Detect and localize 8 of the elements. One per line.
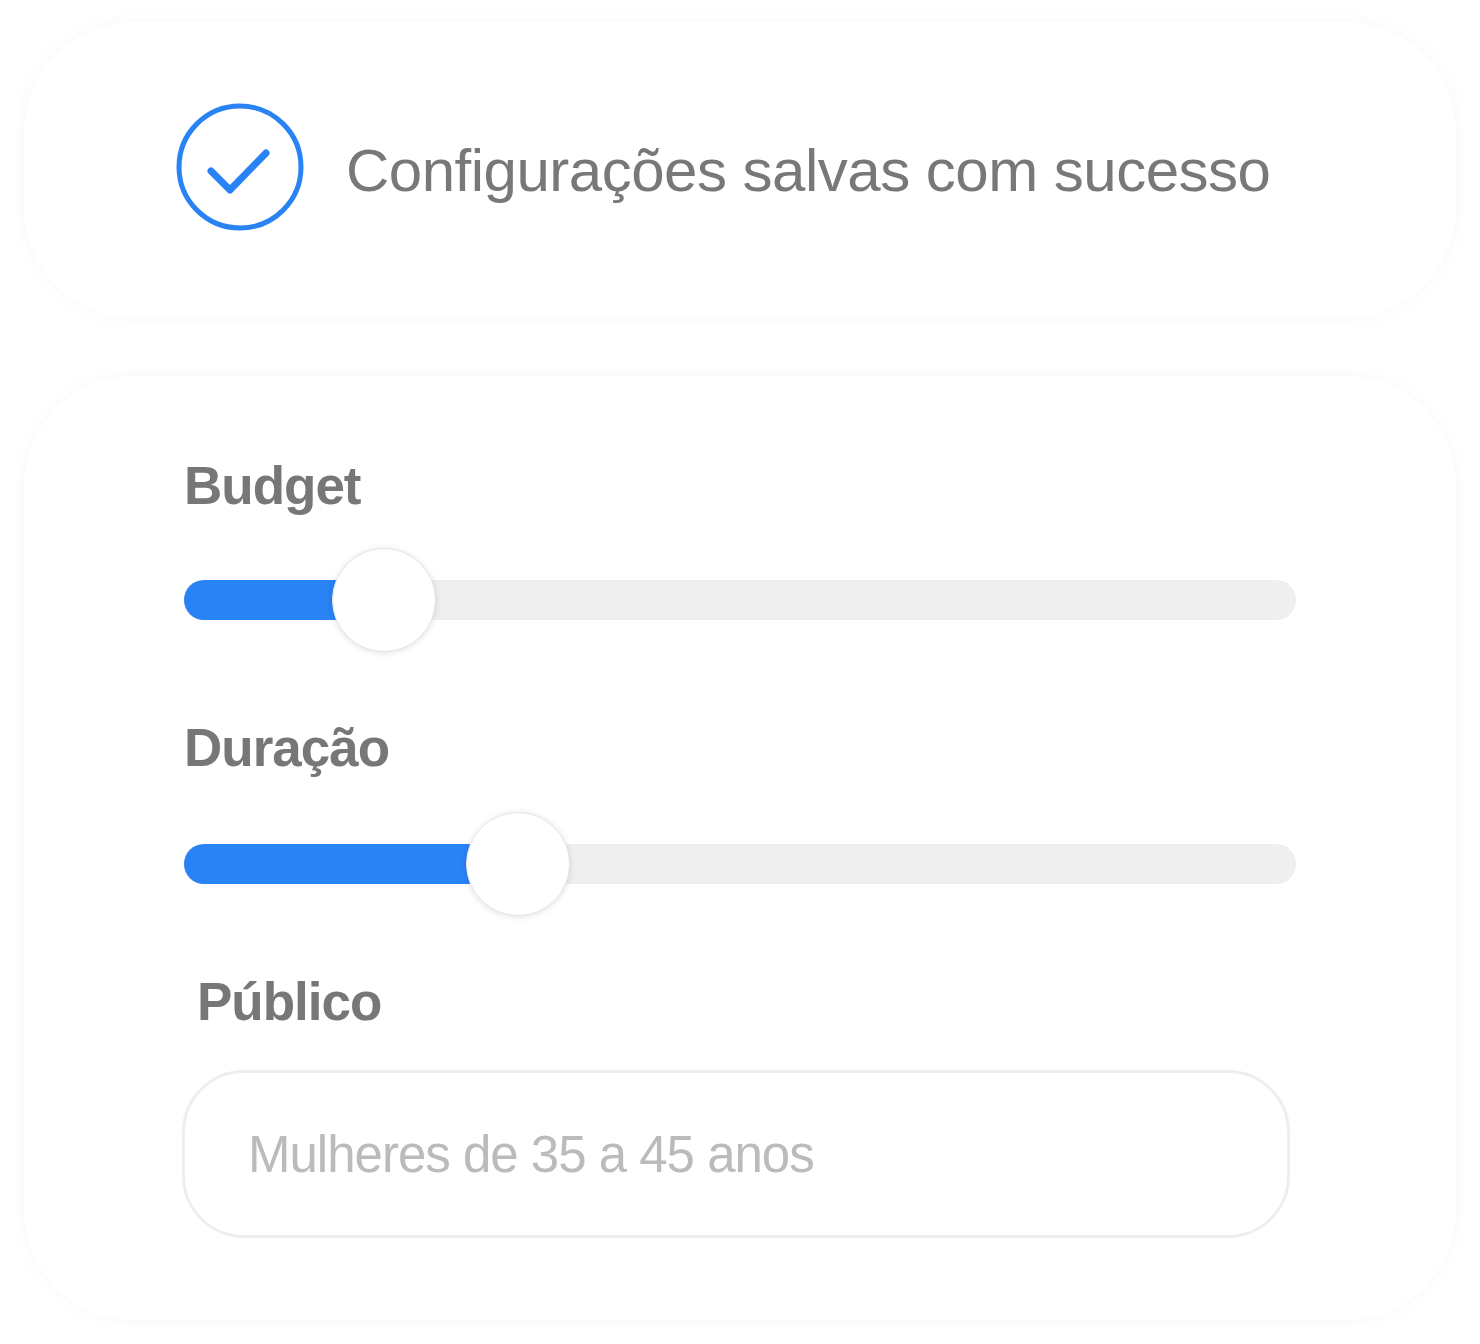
check-circle-icon [176,103,304,231]
success-message: Configurações salvas com sucesso [346,135,1271,205]
slider-track[interactable] [184,812,1296,916]
slider-track[interactable] [184,548,1296,652]
audience-label: Público [197,971,382,1033]
audience-field[interactable]: Mulheres de 35 a 45 anos [182,1070,1290,1238]
slider-label: Budget [184,455,361,517]
slider-label: Duração [184,717,390,779]
